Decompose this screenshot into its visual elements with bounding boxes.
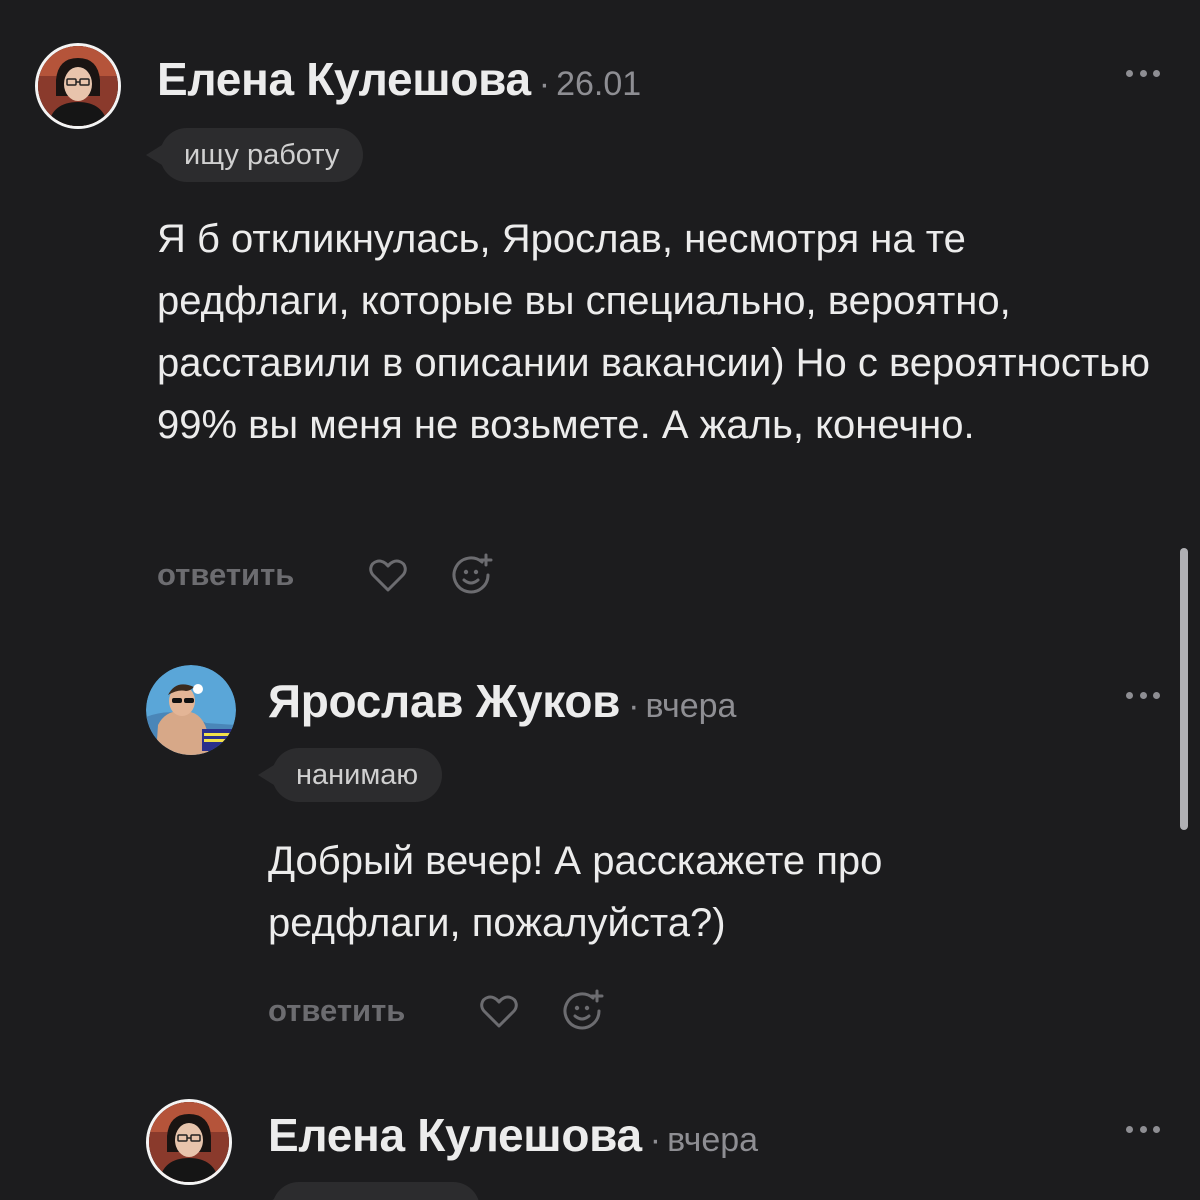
comment-date: вчера xyxy=(645,687,737,725)
author-name[interactable]: Елена Кулешова xyxy=(157,52,531,106)
scrollbar[interactable] xyxy=(1180,548,1188,830)
heart-icon[interactable] xyxy=(365,552,411,598)
header-separator: · xyxy=(538,65,551,103)
emoji-add-icon[interactable] xyxy=(449,552,495,598)
more-dots-icon[interactable] xyxy=(1126,68,1160,78)
comment-date: 26.01 xyxy=(556,65,642,103)
avatar-image xyxy=(149,1102,229,1182)
status-tag: нанимаю xyxy=(257,748,443,802)
author-name[interactable]: Ярослав Жуков xyxy=(268,674,620,728)
comment-date: вчера xyxy=(667,1121,759,1159)
comment-text: Я б откликнулась, Ярослав, несмотря на т… xyxy=(157,217,1151,447)
comment-header: Елена Кулешова · вчера xyxy=(268,1108,758,1162)
comments-thread: Елена Кулешова · 26.01 ищу работу Я б от… xyxy=(0,0,1200,1200)
status-tag: ищу работу xyxy=(145,128,364,182)
comment-text: Добрый вечер! А расскажете про редфлаги,… xyxy=(268,839,883,945)
avatar-image xyxy=(38,46,118,126)
status-tag xyxy=(258,1182,480,1200)
comment-header: Ярослав Жуков · вчера xyxy=(268,674,736,728)
comment-header: Елена Кулешова · 26.01 xyxy=(157,52,641,106)
header-separator: · xyxy=(628,687,640,725)
avatar[interactable] xyxy=(146,665,236,755)
comment-actions: ответить xyxy=(268,988,644,1034)
header-separator: · xyxy=(649,1121,662,1159)
reply-button[interactable]: ответить xyxy=(157,557,365,593)
avatar[interactable] xyxy=(146,1099,232,1185)
reply-button[interactable]: ответить xyxy=(268,993,476,1029)
author-name[interactable]: Елена Кулешова xyxy=(268,1108,642,1162)
avatar[interactable] xyxy=(35,43,121,129)
avatar-image xyxy=(146,665,236,755)
more-dots-icon[interactable] xyxy=(1126,1124,1160,1134)
emoji-add-icon[interactable] xyxy=(560,988,606,1034)
heart-icon[interactable] xyxy=(476,988,522,1034)
comment-actions: ответить xyxy=(157,552,533,598)
more-dots-icon[interactable] xyxy=(1126,690,1160,700)
